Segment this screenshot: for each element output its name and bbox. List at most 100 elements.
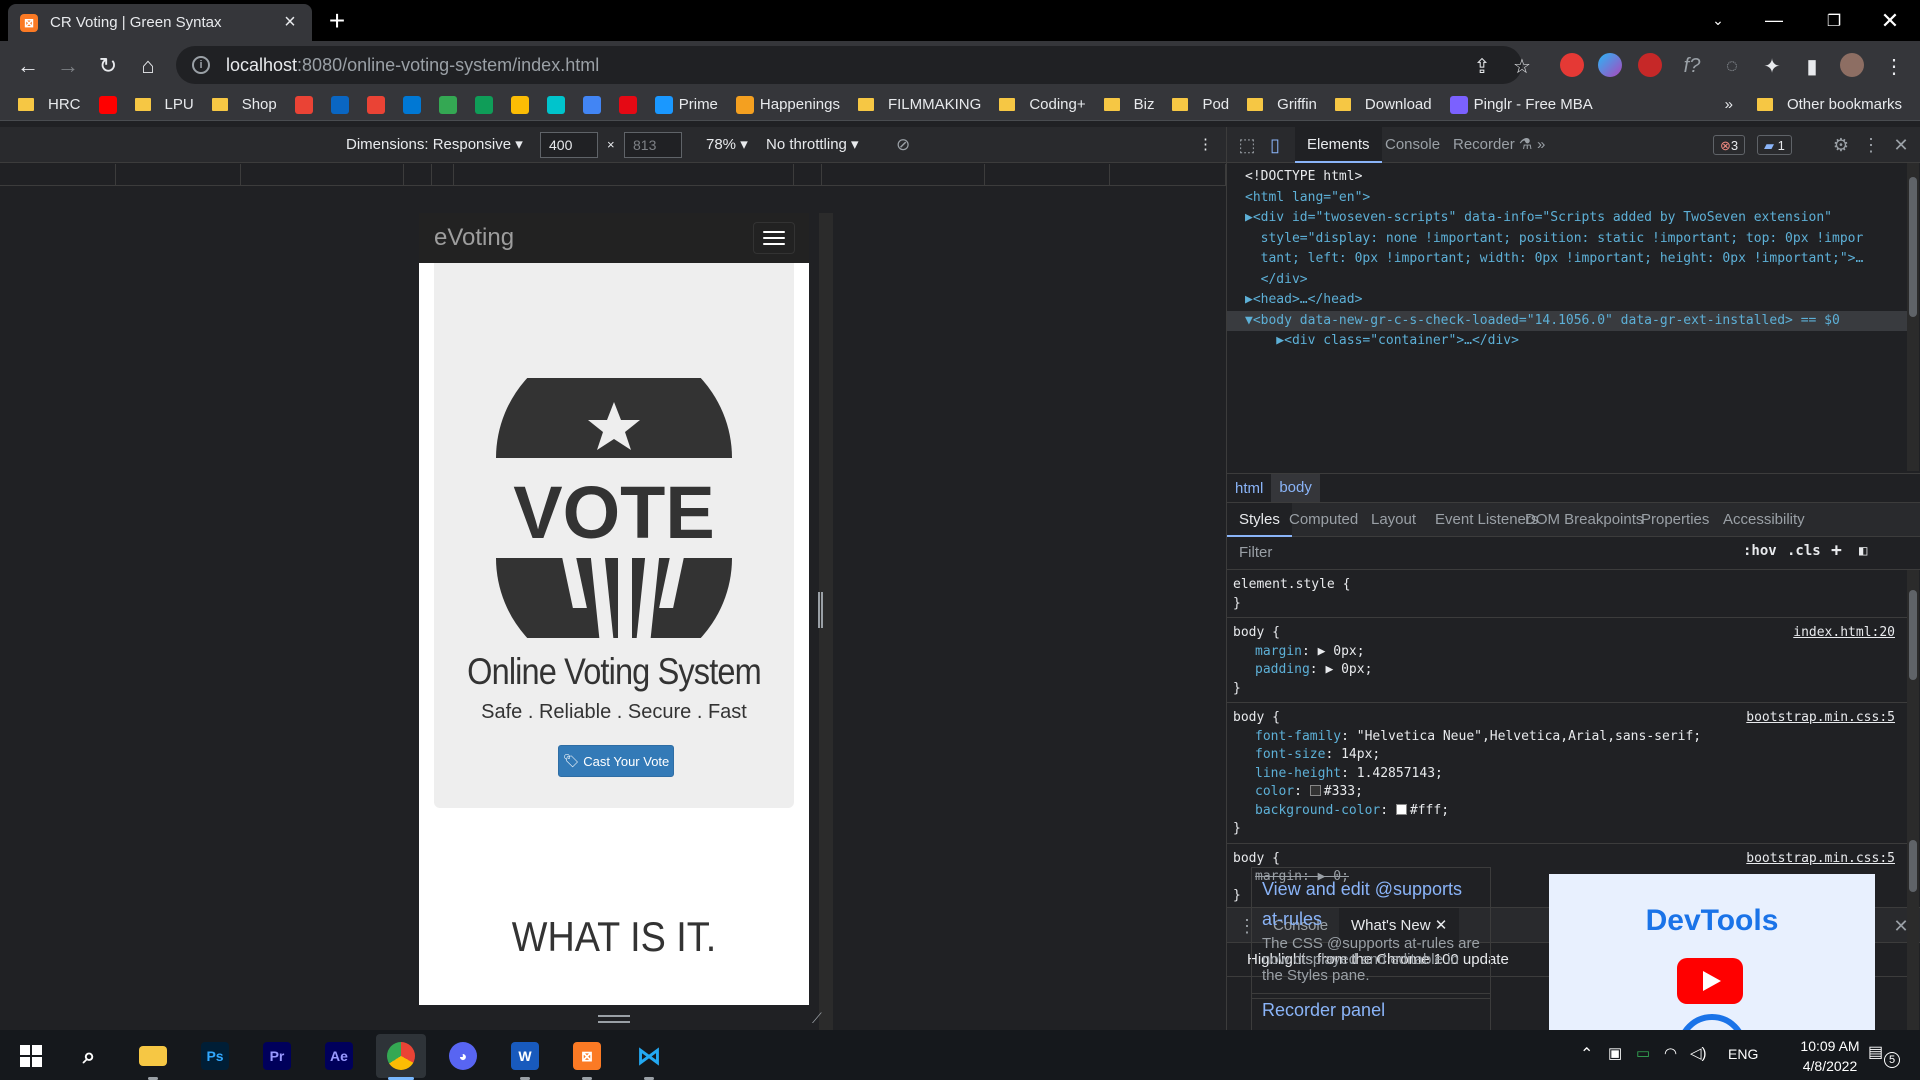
style-property[interactable]: padding: ▶ 0px;: [1233, 661, 1901, 680]
address-bar[interactable]: i localhost:8080/online-voting-system/in…: [176, 46, 1522, 84]
width-input[interactable]: [540, 132, 598, 158]
fx-extension-icon[interactable]: f?: [1678, 52, 1706, 80]
styles-filter-input[interactable]: Filter: [1235, 542, 1735, 564]
tab-elements[interactable]: Elements: [1295, 127, 1382, 163]
search-button[interactable]: ⌕: [64, 1034, 114, 1078]
bookmark-item[interactable]: [510, 95, 529, 114]
style-property[interactable]: line-height: 1.42857143;: [1233, 765, 1901, 784]
bookmark-item[interactable]: [438, 95, 457, 114]
bookmark-item[interactable]: FILMMAKING: [857, 96, 981, 113]
taskbar-chrome[interactable]: [376, 1034, 426, 1080]
whats-new-video-thumbnail[interactable]: DevTools: [1549, 874, 1875, 1030]
taskbar-file-explorer[interactable]: [128, 1034, 178, 1080]
settings-gear-icon[interactable]: ⚙: [1829, 133, 1853, 157]
throttling-select[interactable]: No throttling ▾: [766, 135, 859, 153]
error-count-badge[interactable]: ⊗3: [1713, 135, 1746, 155]
close-window-button[interactable]: ✕: [1862, 0, 1918, 41]
other-bookmarks[interactable]: Other bookmarks: [1756, 96, 1902, 113]
dom-tree[interactable]: <!DOCTYPE html> <html lang="en"> ▶<div id=…: [1227, 163, 1907, 471]
youtube-play-icon[interactable]: [1677, 958, 1743, 1004]
start-button[interactable]: [6, 1034, 56, 1078]
resize-corner-icon[interactable]: ⟋: [812, 1010, 828, 1026]
styles-tab-layout[interactable]: Layout: [1359, 503, 1428, 537]
bookmark-item[interactable]: [474, 95, 493, 114]
site-info-icon[interactable]: i: [192, 56, 210, 74]
whats-new-card2-title[interactable]: Recorder panel: [1262, 1000, 1385, 1020]
puzzle-icon[interactable]: ✦: [1758, 52, 1786, 80]
extension-icon[interactable]: ◌: [1718, 52, 1746, 80]
site-brand[interactable]: eVoting: [434, 224, 514, 252]
style-property[interactable]: margin: ▶ 0px;: [1233, 643, 1901, 662]
device-toggle-icon[interactable]: ▯: [1263, 133, 1287, 157]
resize-handle-right[interactable]: [818, 592, 823, 628]
dom-node-line[interactable]: style="display: none !important; positio…: [1245, 229, 1907, 250]
style-property[interactable]: background-color: #fff;: [1233, 802, 1901, 821]
taskbar-premiere[interactable]: Pr: [252, 1034, 302, 1078]
dom-node-line[interactable]: ▶<head>…</head>: [1245, 290, 1907, 311]
bookmark-item[interactable]: [582, 95, 601, 114]
dom-node-line[interactable]: ▼<body data-new-gr-c-s-check-loaded="14.…: [1227, 310, 1907, 331]
share-icon[interactable]: ⇪: [1468, 52, 1496, 80]
bookmark-item[interactable]: Biz: [1103, 96, 1154, 113]
forward-arrow-icon[interactable]: →: [52, 50, 84, 82]
back-arrow-icon[interactable]: ←: [12, 50, 44, 82]
dom-node-line[interactable]: ▶<div id="twoseven-scripts" data-info="S…: [1245, 208, 1907, 229]
dom-node-line[interactable]: <!DOCTYPE html>: [1245, 167, 1907, 188]
taskbar-discord[interactable]: ◕: [438, 1034, 488, 1078]
bookmark-item[interactable]: Shop: [211, 96, 277, 113]
tray-volume-icon[interactable]: ◁): [1690, 1044, 1707, 1062]
home-icon[interactable]: ⌂: [132, 50, 164, 82]
rule-source-link[interactable]: bootstrap.min.css:5: [1746, 850, 1895, 869]
dom-node-line[interactable]: tant; left: 0px !important; width: 0px !…: [1245, 249, 1907, 270]
new-rule-icon[interactable]: +: [1831, 540, 1842, 561]
tab-close-icon[interactable]: ×: [280, 11, 300, 34]
bookmarks-overflow-icon[interactable]: »: [1725, 96, 1733, 113]
browser-tab[interactable]: ⊠ CR Voting | Green Syntax ×: [8, 4, 312, 41]
tray-clock[interactable]: 10:09 AM 4/8/2022: [1780, 1036, 1880, 1076]
notifications-icon[interactable]: ▤ 5: [1868, 1042, 1900, 1068]
dimensions-select[interactable]: Dimensions: Responsive ▾: [346, 135, 523, 153]
taskbar-xampp[interactable]: ⊠: [562, 1034, 612, 1080]
more-tabs-button[interactable]: »: [1525, 127, 1557, 163]
bookmark-item[interactable]: Pod: [1172, 96, 1229, 113]
tray-chevron-icon[interactable]: ⌃: [1580, 1044, 1593, 1064]
hamburger-menu-icon[interactable]: [753, 222, 795, 254]
extension-icon[interactable]: [1598, 53, 1622, 77]
breadcrumb-html[interactable]: html: [1227, 480, 1271, 497]
style-rule[interactable]: body {index.html:20 margin: ▶ 0px; padding…: [1227, 618, 1907, 703]
minimize-button[interactable]: —: [1746, 0, 1802, 41]
profile-avatar[interactable]: [1840, 53, 1864, 77]
rule-source-link[interactable]: bootstrap.min.css:5: [1746, 709, 1895, 728]
bookmark-item[interactable]: [402, 95, 421, 114]
tray-battery-icon[interactable]: ▭: [1636, 1044, 1650, 1062]
styles-tab-accessibility[interactable]: Accessibility: [1711, 503, 1817, 537]
rule-source-link[interactable]: index.html:20: [1793, 624, 1895, 643]
whats-new-card[interactable]: View and edit @supports at-rules The CSS…: [1251, 867, 1491, 999]
media-query-bar[interactable]: [0, 164, 1226, 186]
style-rule[interactable]: body {bootstrap.min.css:5 font-family: "H…: [1227, 703, 1907, 844]
taskbar-after-effects[interactable]: Ae: [314, 1034, 364, 1078]
extension-icon[interactable]: [1638, 53, 1662, 77]
tray-camera-icon[interactable]: ▣: [1608, 1044, 1622, 1062]
whats-new-card-title[interactable]: View and edit @supports at-rules: [1262, 874, 1480, 934]
bookmark-item[interactable]: Prime: [654, 95, 718, 114]
styles-tab-computed[interactable]: Computed: [1277, 503, 1370, 537]
bookmark-item[interactable]: [98, 95, 117, 114]
style-rule[interactable]: element.style {}: [1227, 570, 1907, 618]
bookmark-item[interactable]: [618, 95, 637, 114]
bookmark-item[interactable]: [366, 95, 385, 114]
bookmark-item[interactable]: Download: [1334, 96, 1432, 113]
menu-dots-icon[interactable]: ⋮: [1880, 52, 1908, 80]
extension-icon[interactable]: [1560, 53, 1584, 77]
whats-new-card[interactable]: Recorder panel: [1251, 993, 1491, 1031]
restore-button[interactable]: ❐: [1806, 0, 1862, 41]
cast-vote-button[interactable]: 🏷 Cast Your Vote: [558, 745, 674, 777]
tray-wifi-icon[interactable]: ◠: [1664, 1044, 1677, 1062]
rotate-icon[interactable]: ⊘: [896, 135, 910, 155]
style-property[interactable]: font-size: 14px;: [1233, 746, 1901, 765]
new-tab-button[interactable]: +: [322, 6, 352, 36]
hov-toggle[interactable]: :hov: [1743, 543, 1777, 559]
breadcrumb-body[interactable]: body: [1271, 474, 1320, 502]
computed-sidebar-icon[interactable]: ◧: [1859, 543, 1867, 559]
side-panel-icon[interactable]: ▮: [1798, 52, 1826, 80]
